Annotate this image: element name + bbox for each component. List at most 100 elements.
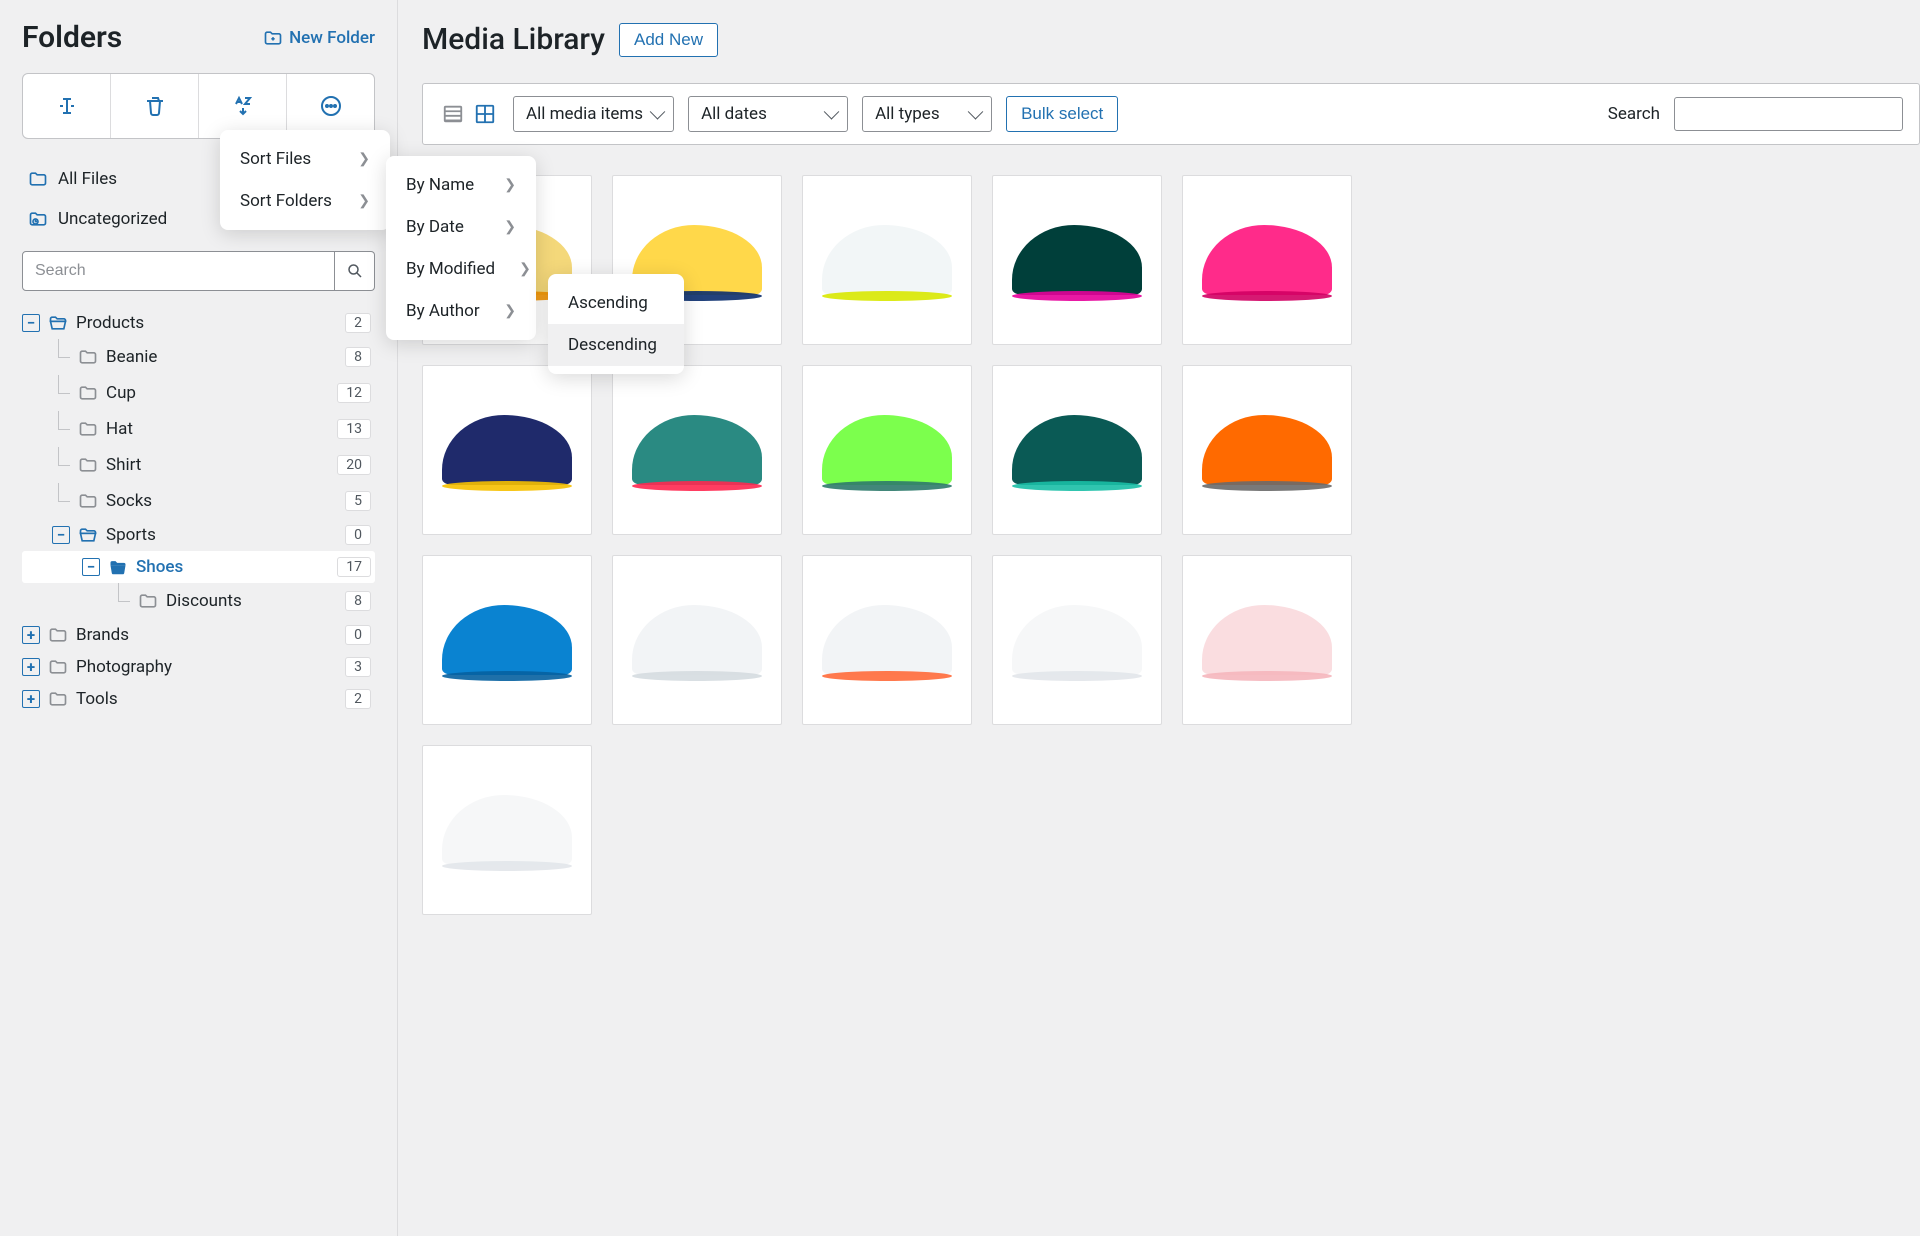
folder-label: Shoes xyxy=(136,557,337,577)
tree-item[interactable]: −Products2 xyxy=(22,307,375,339)
folder-count: 8 xyxy=(345,591,371,611)
tree-item[interactable]: Shirt20 xyxy=(22,447,375,483)
folder-count: 20 xyxy=(337,455,371,475)
sidebar-title: Folders xyxy=(22,20,122,55)
media-tile[interactable] xyxy=(992,175,1162,345)
folder-icon xyxy=(28,169,48,189)
folder-label: Cup xyxy=(106,383,337,403)
media-tile[interactable] xyxy=(422,365,592,535)
folder-label: Sports xyxy=(106,525,345,545)
media-thumbnail xyxy=(1012,415,1142,485)
tree-item[interactable]: Discounts8 xyxy=(22,583,375,619)
tree-item[interactable]: +Brands0 xyxy=(22,619,375,651)
folder-icon xyxy=(48,657,76,677)
tree-toggle[interactable]: − xyxy=(52,526,70,544)
media-thumbnail xyxy=(1202,605,1332,675)
tree-item[interactable]: + Photography3 xyxy=(22,651,375,683)
folder-count: 2 xyxy=(345,313,371,333)
folder-icon xyxy=(108,557,136,577)
folder-label: Beanie xyxy=(106,347,345,367)
tree-toggle[interactable]: − xyxy=(22,314,40,332)
folder-label: Socks xyxy=(106,491,345,511)
tree-toggle[interactable]: + xyxy=(22,690,40,708)
media-tile[interactable] xyxy=(422,745,592,915)
tree-item[interactable]: +Tools2 xyxy=(22,683,375,715)
sort-order-menu: AscendingDescending xyxy=(548,274,684,374)
filter-media-items[interactable]: All media items xyxy=(513,96,674,132)
folder-count: 3 xyxy=(345,657,371,677)
media-thumbnail xyxy=(822,605,952,675)
sort-button[interactable] xyxy=(199,74,287,138)
list-icon xyxy=(442,103,464,125)
media-thumbnail xyxy=(1012,225,1142,295)
tree-toggle[interactable]: + xyxy=(22,658,40,676)
chevron-right-icon: ❯ xyxy=(504,219,516,235)
filter-dates[interactable]: All dates xyxy=(688,96,848,132)
media-tile[interactable] xyxy=(992,365,1162,535)
more-button[interactable] xyxy=(287,74,374,138)
media-tile[interactable] xyxy=(1182,365,1352,535)
media-tile[interactable] xyxy=(802,175,972,345)
folder-count: 5 xyxy=(345,491,371,511)
new-folder-icon xyxy=(263,28,283,48)
chevron-right-icon: ❯ xyxy=(504,303,516,319)
media-thumbnail xyxy=(442,415,572,485)
folder-count: 13 xyxy=(337,419,371,439)
search-icon xyxy=(346,262,364,280)
folder-icon xyxy=(78,383,106,403)
media-search-input[interactable] xyxy=(1674,97,1903,131)
tree-item[interactable]: −Sports0 xyxy=(22,519,375,551)
filter-types[interactable]: All types xyxy=(862,96,992,132)
folder-icon xyxy=(48,313,76,333)
bulk-select-button[interactable]: Bulk select xyxy=(1006,96,1118,132)
page-title: Media Library xyxy=(422,22,605,57)
media-tile[interactable] xyxy=(612,555,782,725)
menu-item[interactable]: By Date❯ xyxy=(386,206,536,248)
media-tile[interactable] xyxy=(1182,175,1352,345)
media-tile[interactable] xyxy=(612,365,782,535)
media-thumbnail xyxy=(822,225,952,295)
folder-search-button[interactable] xyxy=(335,251,375,291)
sort-az-icon xyxy=(231,94,255,118)
menu-item[interactable]: By Author❯ xyxy=(386,290,536,332)
media-thumbnail xyxy=(1012,605,1142,675)
new-folder-button[interactable]: New Folder xyxy=(263,28,375,48)
menu-item[interactable]: Ascending xyxy=(548,282,684,324)
media-tile[interactable] xyxy=(422,555,592,725)
media-tile[interactable] xyxy=(992,555,1162,725)
menu-item[interactable]: By Modified❯ xyxy=(386,248,536,290)
rename-button[interactable] xyxy=(23,74,111,138)
folder-label: Discounts xyxy=(166,591,345,611)
main-content: Media Library Add New All media items Al… xyxy=(398,0,1920,1236)
tree-item[interactable]: −Shoes17 xyxy=(22,551,375,583)
media-tile[interactable] xyxy=(802,555,972,725)
media-thumbnail xyxy=(442,605,572,675)
folder-label: Brands xyxy=(76,625,345,645)
tree-item[interactable]: Hat13 xyxy=(22,411,375,447)
media-tile[interactable] xyxy=(802,365,972,535)
view-grid-button[interactable] xyxy=(471,100,499,128)
folder-count: 12 xyxy=(337,383,371,403)
tree-toggle[interactable]: + xyxy=(22,626,40,644)
folder-label: Photography xyxy=(76,657,345,677)
menu-item[interactable]: Sort Files❯ xyxy=(220,138,390,180)
folder-search-input[interactable] xyxy=(22,251,335,291)
tree-toggle[interactable]: − xyxy=(82,558,100,576)
tree-item[interactable]: Beanie8 xyxy=(22,339,375,375)
delete-button[interactable] xyxy=(111,74,199,138)
menu-item[interactable]: Descending xyxy=(548,324,684,366)
menu-item[interactable]: By Name❯ xyxy=(386,164,536,206)
folder-icon xyxy=(48,689,76,709)
rename-icon xyxy=(55,94,79,118)
tree-item[interactable]: Cup12 xyxy=(22,375,375,411)
folder-icon xyxy=(48,625,76,645)
menu-item[interactable]: Sort Folders❯ xyxy=(220,180,390,222)
folder-icon xyxy=(78,455,106,475)
folder-label: Hat xyxy=(106,419,337,439)
folder-label: Tools xyxy=(76,689,345,709)
media-tile[interactable] xyxy=(1182,555,1352,725)
chevron-right-icon: ❯ xyxy=(358,151,370,167)
add-new-button[interactable]: Add New xyxy=(619,23,718,57)
tree-item[interactable]: Socks5 xyxy=(22,483,375,519)
view-list-button[interactable] xyxy=(439,100,467,128)
